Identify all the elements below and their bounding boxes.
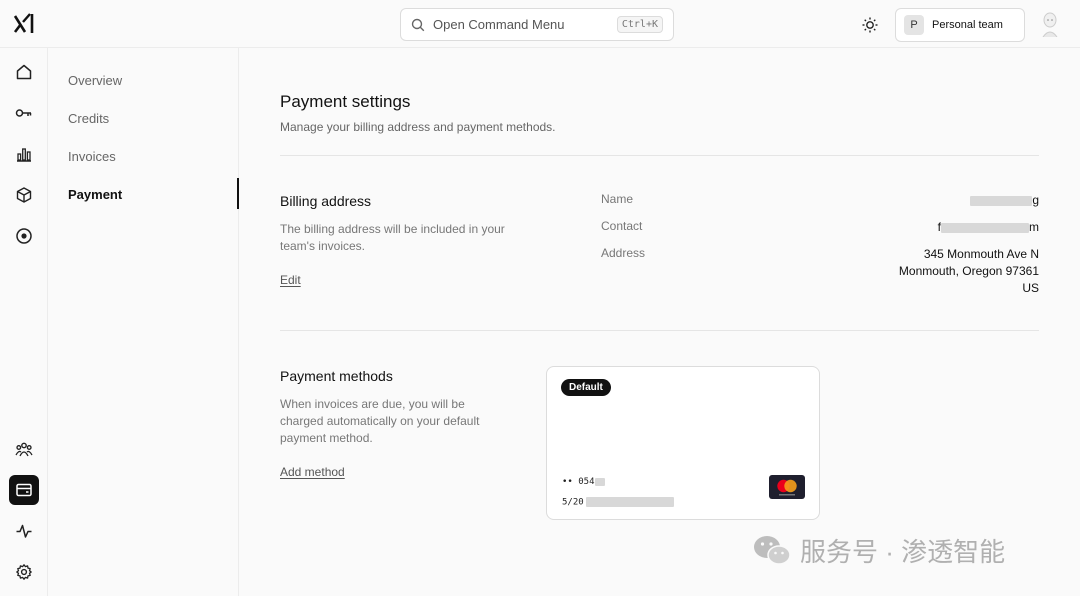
name-value: g [970, 192, 1039, 209]
subnav-item-overview[interactable]: Overview [68, 73, 122, 88]
section-divider [280, 155, 1039, 156]
main-content: Payment settings Manage your billing add… [240, 48, 1080, 596]
xai-logo-icon[interactable] [12, 11, 38, 37]
command-shortcut: Ctrl+K [616, 16, 663, 33]
address-line1: 345 Monmouth Ave N [923, 247, 1039, 261]
team-avatar: P [904, 15, 924, 35]
address-label: Address [601, 246, 646, 260]
address-value: 345 Monmouth Ave N Monmouth, Oregon 9736… [899, 246, 1039, 297]
card-expiry: 5/20 [562, 497, 674, 508]
payment-methods-description: When invoices are due, you will be charg… [280, 397, 480, 445]
activity-icon[interactable] [9, 516, 39, 546]
top-bar: Open Command Menu Ctrl+K P Personal team [0, 0, 1080, 48]
wechat-icon [752, 534, 792, 568]
team-icon[interactable] [9, 434, 39, 464]
default-badge: Default [561, 379, 611, 396]
icon-rail [0, 48, 48, 596]
settings-icon[interactable] [9, 557, 39, 587]
contact-value: fm [938, 219, 1039, 236]
card-number: •• 054 [562, 477, 605, 487]
bar-chart-icon[interactable] [9, 139, 39, 169]
redacted-card-expiry [585, 497, 674, 507]
team-switcher-button[interactable]: P Personal team [895, 8, 1025, 42]
edit-billing-link[interactable]: Edit [280, 273, 301, 287]
team-name: Personal team [932, 19, 1003, 31]
command-menu-button[interactable]: Open Command Menu Ctrl+K [400, 8, 674, 41]
command-menu-label: Open Command Menu [433, 17, 565, 32]
cube-icon[interactable] [9, 180, 39, 210]
billing-icon[interactable] [9, 475, 39, 505]
name-tail: g [1032, 193, 1039, 207]
contact-label: Contact [601, 219, 643, 233]
card-number-text: •• 054 [562, 477, 595, 487]
redacted-card-number [594, 477, 605, 486]
page-subtitle: Manage your billing address and payment … [280, 120, 556, 134]
payment-methods-title: Payment methods [280, 368, 393, 384]
search-icon [411, 18, 425, 32]
mastercard-icon [769, 475, 805, 499]
billing-address-title: Billing address [280, 193, 372, 209]
address-line2: Monmouth, Oregon 97361 [898, 264, 1039, 278]
address-line3: US [1022, 281, 1039, 295]
redacted-name [970, 195, 1033, 206]
watermark-text: 服务号 · 渗透智能 [800, 537, 1006, 567]
subnav-item-payment[interactable]: Payment [68, 187, 122, 202]
add-method-link[interactable]: Add method [280, 465, 345, 479]
payment-card[interactable]: Default •• 054 5/20 [546, 366, 820, 520]
subnav-item-credits[interactable]: Credits [68, 111, 109, 126]
user-avatar[interactable] [1040, 11, 1060, 38]
card-expiry-text: 5/20 [562, 497, 584, 508]
subnav-item-invoices[interactable]: Invoices [68, 149, 116, 164]
billing-subnav: Overview Credits Invoices Payment [48, 48, 239, 596]
redacted-contact [941, 222, 1029, 233]
key-icon[interactable] [9, 98, 39, 128]
sun-icon[interactable] [861, 16, 879, 34]
name-label: Name [601, 192, 634, 206]
watermark: 服务号 · 渗透智能 [752, 532, 1005, 569]
active-indicator [237, 178, 239, 209]
home-icon[interactable] [9, 57, 39, 87]
billing-address-description: The billing address will be included in … [280, 222, 505, 253]
page-title: Payment settings [280, 92, 411, 111]
contact-end: m [1029, 220, 1039, 234]
target-icon[interactable] [9, 221, 39, 251]
section-divider [280, 330, 1039, 331]
